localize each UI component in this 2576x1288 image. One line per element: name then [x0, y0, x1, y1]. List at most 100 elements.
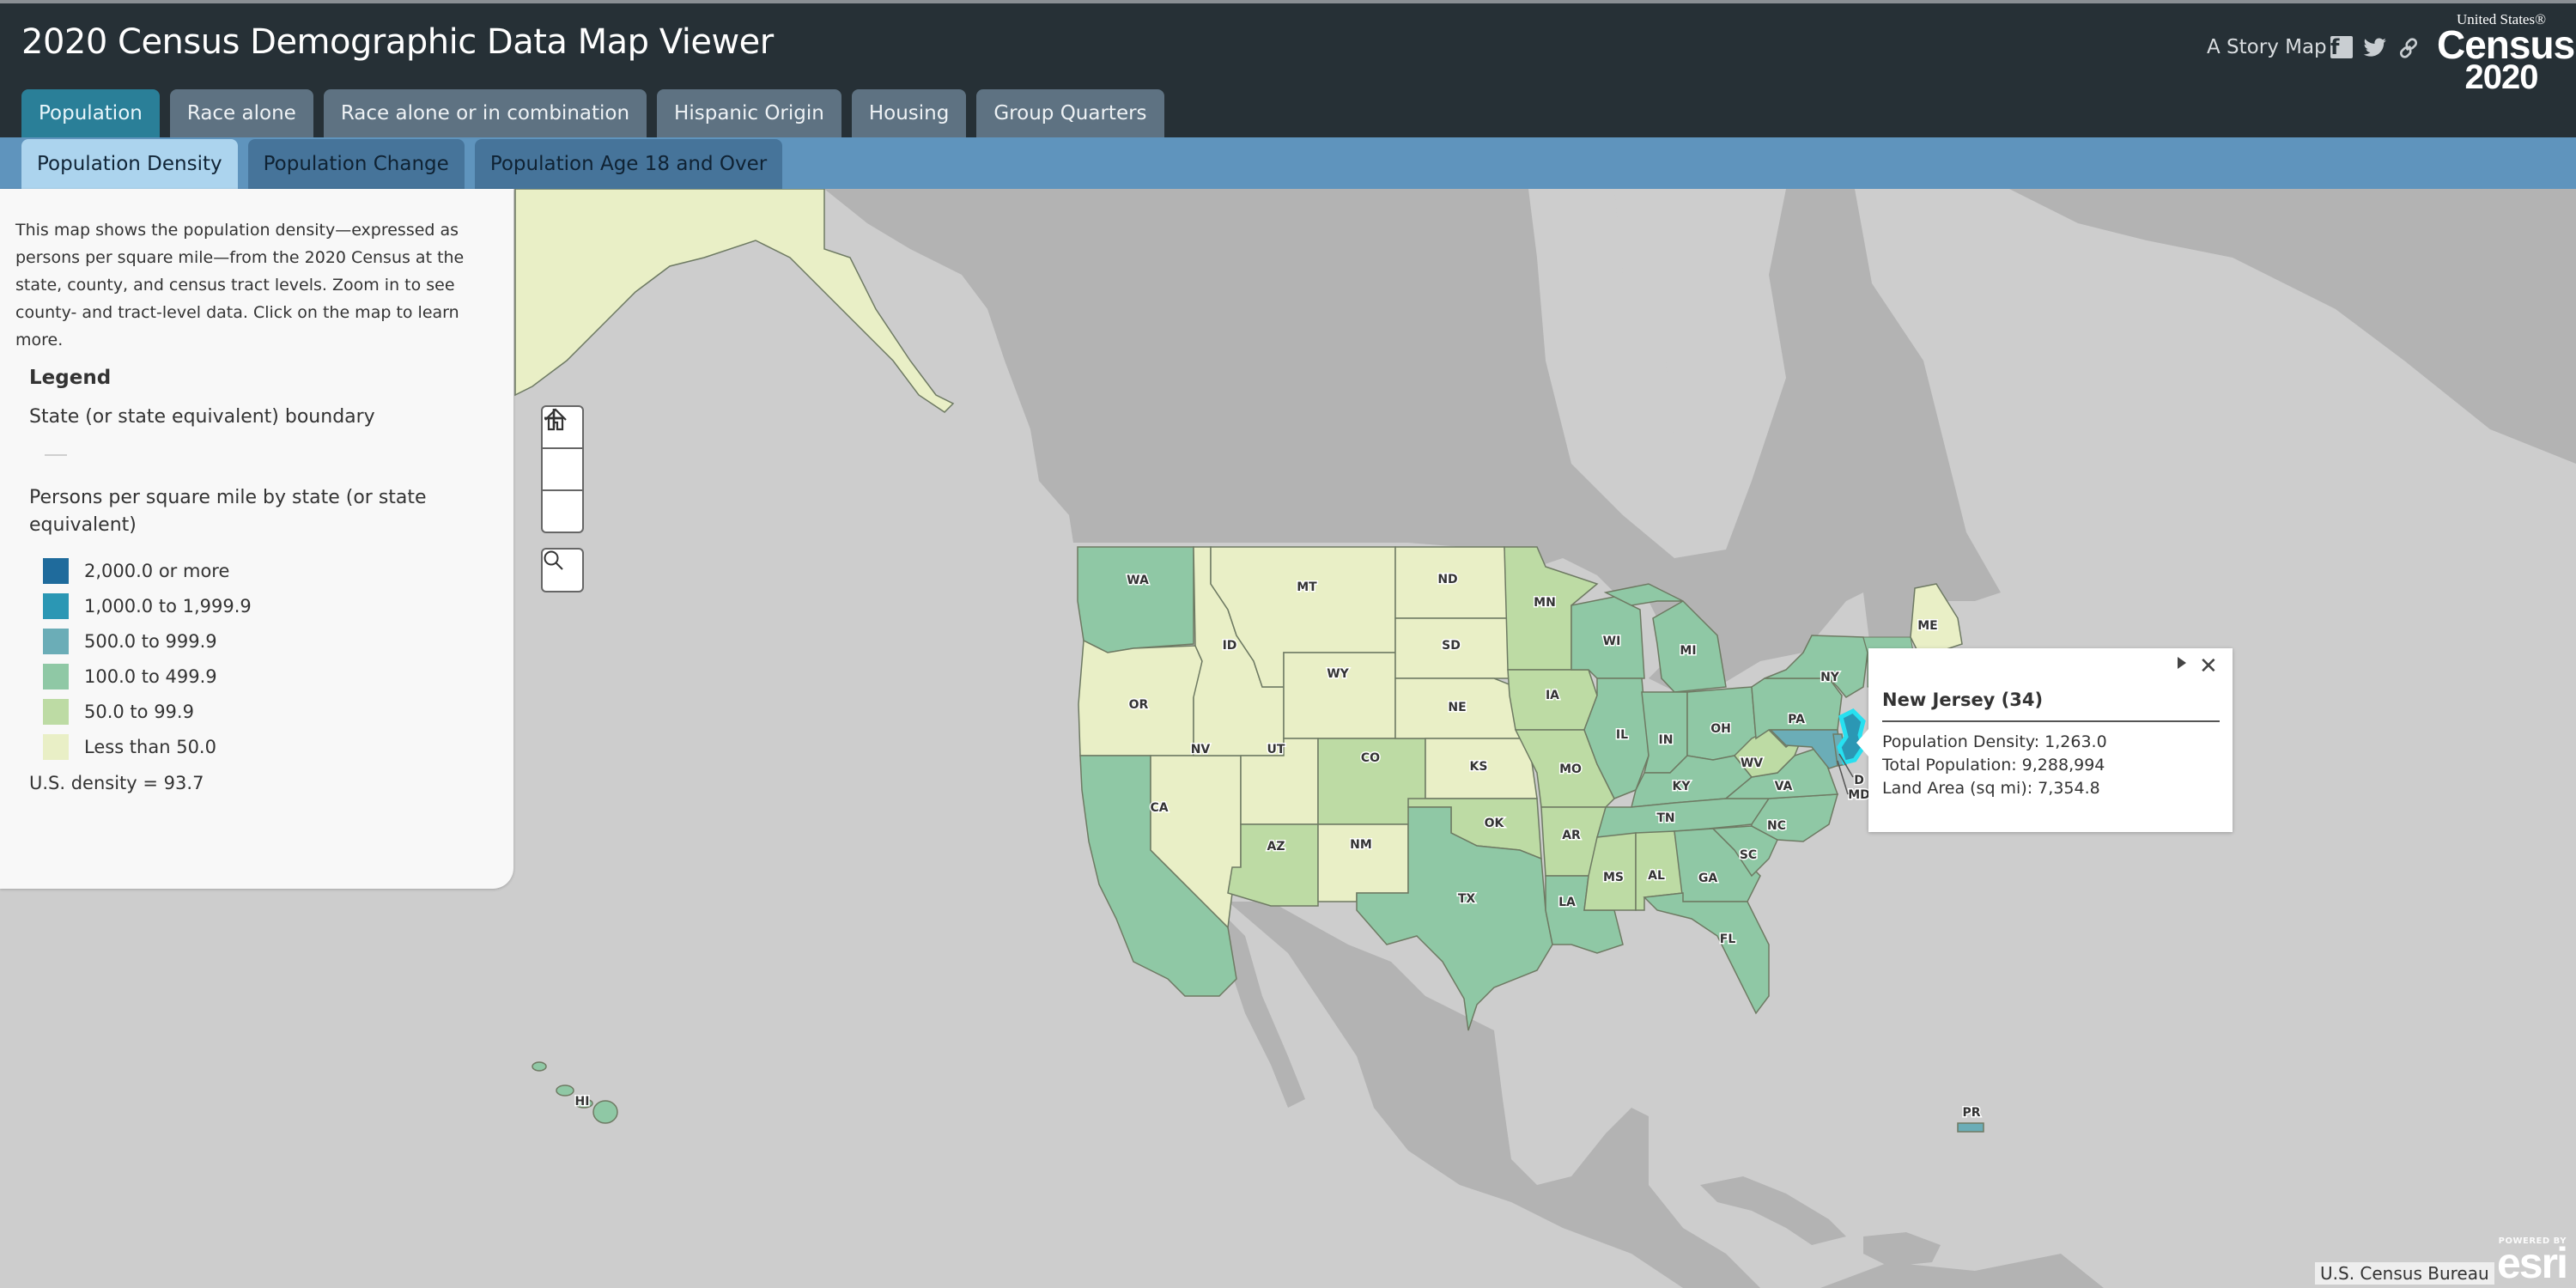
tab-group-quarters[interactable]: Group Quarters	[976, 89, 1164, 141]
tab-race-alone[interactable]: Race alone	[169, 89, 313, 141]
link-icon[interactable]	[2397, 36, 2420, 60]
state-label-ny: NY	[1820, 671, 1840, 684]
state-label-tx: TX	[1458, 892, 1476, 906]
state-label-nv: NV	[1191, 743, 1211, 756]
legend-label: 2,000.0 or more	[84, 560, 230, 581]
state-wy[interactable]	[1283, 652, 1396, 739]
app-header: 2020 Census Demographic Data Map Viewer …	[0, 0, 2576, 141]
state-label-sc: SC	[1740, 848, 1757, 862]
legend-boundary-label: State (or state equivalent) boundary	[29, 406, 375, 428]
legend-swatch	[43, 628, 69, 654]
legend-items: 2,000.0 or more 1,000.0 to 1,999.9 500.0…	[43, 553, 252, 764]
legend-swatch	[43, 557, 69, 584]
popup-fields: Population Density: 1,263.0 Total Popula…	[1882, 731, 2107, 800]
zoom-out-button[interactable]	[543, 416, 582, 532]
legend-label: 500.0 to 999.9	[84, 630, 217, 652]
esri-logo[interactable]: POWERED BY esri	[2497, 1236, 2568, 1285]
state-label-sd: SD	[1442, 639, 1461, 653]
app-title: 2020 Census Demographic Data Map Viewer	[21, 22, 774, 62]
state-label-ky: KY	[1673, 780, 1692, 793]
state-label-al: AL	[1648, 869, 1665, 883]
popup-divider	[1882, 720, 2220, 722]
search-button[interactable]	[541, 548, 584, 592]
state-label-nc: NC	[1767, 819, 1786, 833]
feature-popup: ✕ New Jersey (34) Population Density: 1,…	[1856, 648, 2233, 832]
state-in[interactable]	[1641, 691, 1688, 774]
search-icon	[544, 550, 563, 570]
legend-label: 50.0 to 99.9	[84, 701, 194, 722]
state-label-wy: WY	[1327, 667, 1349, 681]
state-label-nm: NM	[1350, 838, 1372, 852]
story-map-label: A Story Map	[2207, 36, 2327, 58]
legend-item: 2,000.0 or more	[43, 553, 252, 588]
home-button[interactable]	[543, 408, 582, 491]
state-label-oh: OH	[1710, 722, 1731, 736]
state-label-ca: CA	[1150, 801, 1168, 815]
subtab-population-change[interactable]: Population Change	[247, 139, 465, 189]
popup-population-density: Population Density: 1,263.0	[1882, 732, 2107, 751]
state-label-ks: KS	[1470, 760, 1488, 774]
subtabs: Population Density Population Change Pop…	[21, 137, 783, 189]
state-pr[interactable]	[1957, 1122, 1984, 1133]
state-wa[interactable]	[1077, 546, 1194, 653]
state-az[interactable]	[1227, 823, 1319, 907]
attribution[interactable]: U.S. Census Bureau	[2315, 1262, 2494, 1285]
state-label-me: ME	[1917, 619, 1938, 633]
state-label-ut: UT	[1267, 743, 1285, 756]
state-label-la: LA	[1558, 896, 1576, 909]
map-description: This map shows the population density—ex…	[15, 221, 465, 349]
state-label-tn: TN	[1656, 811, 1674, 825]
play-arrow-icon	[2178, 657, 2186, 669]
legend-item: 50.0 to 99.9	[43, 694, 252, 729]
legend-item: 1,000.0 to 1,999.9	[43, 588, 252, 623]
legend-swatch	[43, 592, 69, 619]
legend-swatch	[43, 663, 69, 690]
state-label-ia: IA	[1546, 689, 1559, 702]
popup-land-area: Land Area (sq mi): 7,354.8	[1882, 779, 2100, 798]
tab-hispanic-origin[interactable]: Hispanic Origin	[657, 89, 841, 141]
legend-title: Legend	[29, 367, 112, 389]
state-label-il: IL	[1616, 728, 1628, 742]
state-label-fl: FL	[1720, 933, 1736, 946]
state-label-az: AZ	[1267, 840, 1285, 854]
tab-population[interactable]: Population	[21, 89, 160, 141]
popup-pointer	[1856, 729, 1868, 756]
subtab-population-density[interactable]: Population Density	[21, 139, 238, 189]
state-label-wv: WV	[1741, 756, 1763, 770]
legend-swatch	[43, 698, 69, 725]
state-label-d: D	[1854, 774, 1864, 787]
state-label-hi: HI	[575, 1095, 590, 1109]
legend-boundary-swatch	[45, 454, 67, 456]
facebook-icon[interactable]: f	[2330, 35, 2353, 59]
census-2020-logo: United States® Census 2020	[2437, 11, 2575, 96]
state-label-va: VA	[1775, 780, 1793, 793]
state-label-ar: AR	[1562, 829, 1581, 842]
state-label-in: IN	[1659, 733, 1674, 747]
legend-label: Less than 50.0	[84, 736, 216, 757]
legend-item: 100.0 to 499.9	[43, 659, 252, 694]
state-label-id: ID	[1223, 639, 1237, 653]
tab-race-alone-or-in-combination[interactable]: Race alone or in combination	[323, 89, 647, 141]
legend-swatch	[43, 733, 69, 760]
popup-title: New Jersey (34)	[1882, 690, 2044, 710]
state-label-ne: NE	[1448, 701, 1466, 714]
state-label-mn: MN	[1534, 596, 1556, 610]
state-label-ms: MS	[1603, 871, 1624, 884]
minus-icon	[544, 416, 563, 420]
zoom-controls	[541, 405, 584, 533]
state-label-mt: MT	[1297, 580, 1317, 594]
state-label-wi: WI	[1603, 635, 1621, 648]
us-density: U.S. density = 93.7	[29, 773, 204, 793]
state-label-or: OR	[1129, 698, 1149, 712]
legend-item: 500.0 to 999.9	[43, 623, 252, 659]
twitter-icon[interactable]	[2363, 36, 2387, 60]
state-nm[interactable]	[1317, 823, 1409, 902]
subtab-population-age-18-and-over[interactable]: Population Age 18 and Over	[474, 139, 783, 189]
tab-housing[interactable]: Housing	[851, 89, 967, 141]
legend-item: Less than 50.0	[43, 729, 252, 764]
state-label-pa: PA	[1788, 713, 1805, 726]
popup-total-population: Total Population: 9,288,994	[1882, 756, 2105, 775]
state-label-pr: PR	[1962, 1106, 1980, 1120]
popup-close-button[interactable]: ✕	[2199, 653, 2218, 679]
info-panel: This map shows the population density—ex…	[0, 189, 513, 889]
